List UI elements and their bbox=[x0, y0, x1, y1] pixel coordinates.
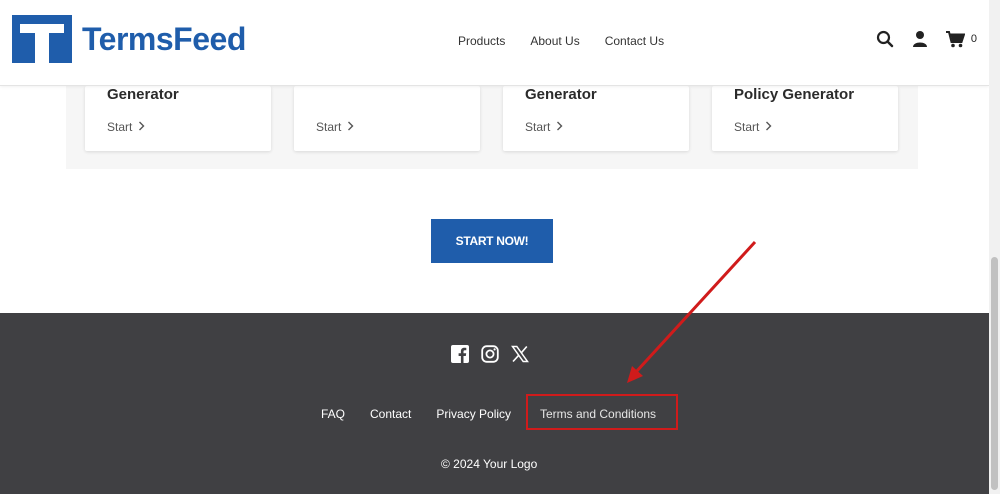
termsfeed-logo[interactable]: TermsFeed bbox=[12, 15, 246, 63]
nav-contact-us[interactable]: Contact Us bbox=[605, 34, 664, 48]
footer-link-faq[interactable]: FAQ bbox=[321, 407, 345, 421]
search-icon[interactable] bbox=[876, 30, 894, 48]
chevron-right-icon bbox=[347, 120, 354, 134]
chevron-right-icon bbox=[765, 120, 772, 134]
chevron-right-icon bbox=[556, 120, 563, 134]
site-header: TermsFeed Products About Us Contact Us 0 bbox=[0, 0, 989, 86]
cart-icon bbox=[945, 30, 965, 47]
card-title: Generator bbox=[107, 86, 179, 103]
card-title: Policy Generator bbox=[734, 86, 855, 103]
footer-link-contact[interactable]: Contact bbox=[370, 407, 411, 421]
card-start-link[interactable]: Start bbox=[525, 120, 563, 134]
nav-products[interactable]: Products bbox=[458, 34, 505, 48]
facebook-icon[interactable] bbox=[451, 345, 469, 368]
card-title: Generator bbox=[525, 86, 597, 103]
cart-count: 0 bbox=[970, 33, 977, 45]
start-now-button[interactable]: START NOW! bbox=[431, 219, 553, 263]
instagram-icon[interactable] bbox=[481, 345, 499, 368]
card-start-link[interactable]: Start bbox=[734, 120, 772, 134]
page-scrollbar[interactable] bbox=[989, 0, 1000, 494]
generator-card[interactable]: Policy Generator Start bbox=[712, 86, 898, 151]
generator-card[interactable]: Start bbox=[294, 86, 480, 151]
card-start-link[interactable]: Start bbox=[107, 120, 145, 134]
card-start-link[interactable]: Start bbox=[316, 120, 354, 134]
footer-link-privacy-policy[interactable]: Privacy Policy bbox=[436, 407, 511, 421]
footer-links: FAQ Contact Privacy Policy bbox=[321, 407, 511, 421]
site-footer: FAQ Contact Privacy Policy Terms and Con… bbox=[0, 313, 989, 494]
x-icon[interactable] bbox=[511, 345, 529, 368]
user-icon[interactable] bbox=[912, 30, 928, 48]
logo-text: TermsFeed bbox=[82, 20, 246, 57]
generator-card[interactable]: Generator Start bbox=[503, 86, 689, 151]
page: TermsFeed Products About Us Contact Us 0… bbox=[0, 0, 1000, 494]
header-icons: 0 bbox=[876, 30, 977, 48]
main-nav: Products About Us Contact Us bbox=[458, 34, 664, 48]
copyright-text: © 2024 Your Logo bbox=[441, 457, 538, 471]
generator-card[interactable]: Generator Start bbox=[85, 86, 271, 151]
footer-link-terms-and-conditions[interactable]: Terms and Conditions bbox=[540, 407, 656, 421]
scrollbar-thumb[interactable] bbox=[991, 257, 998, 490]
chevron-right-icon bbox=[138, 120, 145, 134]
logo-mark-icon bbox=[12, 15, 72, 63]
social-links bbox=[451, 345, 529, 368]
cart-button[interactable]: 0 bbox=[945, 30, 977, 48]
nav-about-us[interactable]: About Us bbox=[530, 34, 579, 48]
